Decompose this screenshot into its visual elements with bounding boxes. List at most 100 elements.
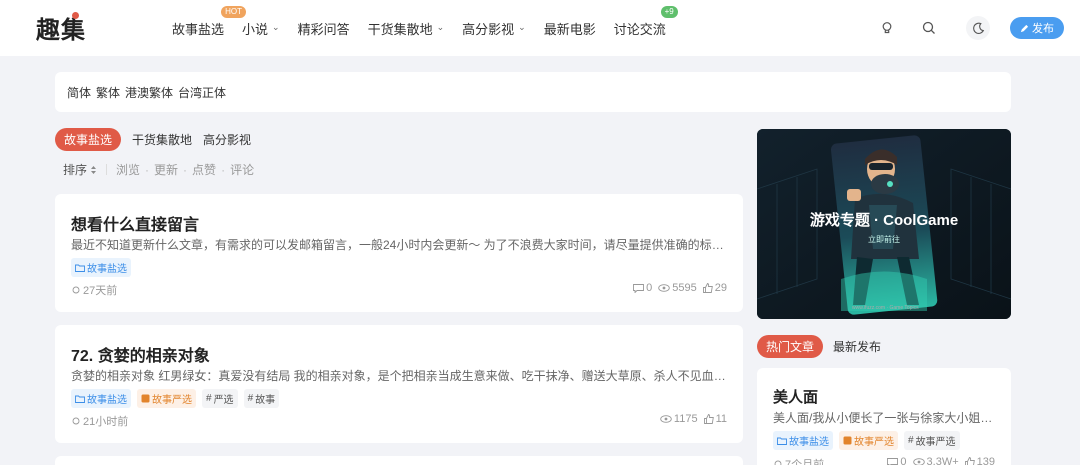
pen-icon <box>1020 24 1029 32</box>
nav-item-label: 讨论交流 <box>613 21 666 37</box>
tag[interactable]: 故事盐选 <box>71 258 131 277</box>
publish-button[interactable]: 发布 <box>1010 17 1064 39</box>
post-excerpt: 贪婪的相亲对象 红男绿女：真爱没有结局 我的相亲对象，是个把相亲当成生意来做、吃… <box>71 369 731 383</box>
post-tags: 故事盐选 <box>71 258 131 277</box>
tag-label: 故事 <box>255 395 276 406</box>
folder-icon <box>75 264 85 272</box>
like-count[interactable]: 29 <box>702 282 727 294</box>
clock-icon <box>72 286 80 294</box>
tag[interactable]: # 严选 <box>202 389 238 408</box>
eye-icon <box>658 284 671 292</box>
sort-option-likes[interactable]: 点赞 <box>192 161 216 178</box>
post-title[interactable]: 想看什么直接留言 <box>71 211 199 235</box>
nav-item-films[interactable]: 高分影视 ⌄ <box>462 19 526 38</box>
sidebar-post-card[interactable]: 美人面 美人面/我从小便长了一张与徐家大小姐相… 故事盐选 故事严选 # 故事严… <box>757 368 1011 465</box>
folder-icon <box>777 437 787 445</box>
post-time-text: 21小时前 <box>83 416 129 428</box>
sidebar-tabs: 热门文章 最新发布 <box>757 335 891 358</box>
hash-icon: # <box>908 435 914 446</box>
tag[interactable]: # 故事 <box>243 389 280 408</box>
post-card[interactable] <box>55 456 743 465</box>
tag-label: 故事盐选 <box>87 395 127 406</box>
view-count-text: 5595 <box>672 282 697 294</box>
category-tabs: 故事盐选 干货集散地 高分影视 <box>55 128 262 151</box>
lang-option-traditional[interactable]: 繁体 <box>96 84 120 101</box>
logo-dot <box>72 12 79 19</box>
comment-count-text: 0 <box>900 456 907 465</box>
nav-item-novel[interactable]: 小说 ⌄ <box>242 19 280 38</box>
post-card[interactable]: 72. 贪婪的相亲对象 贪婪的相亲对象 红男绿女：真爱没有结局 我的相亲对象，是… <box>55 325 743 443</box>
sort-option-views[interactable]: 浏览 <box>116 161 140 178</box>
nav-item-label: 最新电影 <box>543 21 596 37</box>
moon-icon[interactable] <box>966 16 990 40</box>
folder-icon <box>75 395 85 403</box>
nav-item-label: 小说 <box>242 21 269 37</box>
sort-option-comments[interactable]: 评论 <box>230 161 254 178</box>
banner-subtitle[interactable]: 立即前往 <box>757 234 1011 245</box>
thumbs-up-icon <box>964 457 975 465</box>
game-topic-banner[interactable]: 游戏专题 · CoolGame 立即前往 www.ifuzz.com · Gam… <box>757 129 1011 319</box>
banner-footer: www.ifuzz.com · Game Topics <box>852 305 919 311</box>
sidebar-post-stats: 0 3.3W+ 139 <box>887 456 995 465</box>
sidebar-post-time: 7个月前 <box>774 456 824 465</box>
sort-dropdown[interactable]: 排序 <box>63 161 97 178</box>
sidebar-post-excerpt: 美人面/我从小便长了一张与徐家大小姐相… <box>773 411 1003 425</box>
sort-option-updated[interactable]: 更新 <box>154 161 178 178</box>
hash-icon: # <box>206 393 212 404</box>
nav-item-label: 故事盐选 <box>172 21 225 37</box>
thumbs-up-icon <box>703 414 714 424</box>
post-excerpt: 最近不知道更新什么文章，有需求的可以发邮箱留言，一般24小时内会更新～ 为了不浪… <box>71 238 731 252</box>
clock-icon <box>774 460 782 465</box>
nav-item-story[interactable]: 故事盐选 HOT <box>172 5 247 38</box>
nav-item-label: 精彩问答 <box>297 21 350 37</box>
tab-resources[interactable]: 干货集散地 <box>132 128 192 151</box>
box-icon <box>843 436 852 445</box>
search-icon[interactable] <box>918 17 940 39</box>
view-count-text: 3.3W+ <box>926 456 959 465</box>
like-count[interactable]: 139 <box>964 456 995 465</box>
post-card[interactable]: 想看什么直接留言 最近不知道更新什么文章，有需求的可以发邮箱留言，一般24小时内… <box>55 194 743 312</box>
tag-label: 故事严选 <box>152 395 192 406</box>
tag[interactable]: 故事严选 <box>137 389 196 408</box>
separator-dot: · <box>145 162 150 177</box>
separator-dot: · <box>183 162 188 177</box>
nav-item-qa[interactable]: 精彩问答 <box>298 19 350 38</box>
tag[interactable]: 故事严选 <box>839 431 898 450</box>
post-title[interactable]: 72. 贪婪的相亲对象 <box>71 342 210 366</box>
clock-icon <box>72 417 80 425</box>
eye-icon <box>912 458 925 465</box>
tag[interactable]: 故事盐选 <box>71 389 131 408</box>
tab-films[interactable]: 高分影视 <box>203 128 251 151</box>
like-count[interactable]: 11 <box>703 413 727 425</box>
tag[interactable]: 故事盐选 <box>773 431 833 450</box>
like-count-text: 29 <box>714 282 727 294</box>
comment-count: 0 <box>633 282 652 294</box>
lightbulb-icon[interactable] <box>876 17 898 39</box>
lang-option-simplified[interactable]: 简体 <box>67 84 91 101</box>
tab-hot-articles[interactable]: 热门文章 <box>757 335 824 358</box>
divider <box>106 164 108 175</box>
sidebar-post-title[interactable]: 美人面 <box>773 386 818 407</box>
post-time-text: 27天前 <box>83 285 118 297</box>
lang-option-hk[interactable]: 港澳繁体 <box>125 84 173 101</box>
post-stats: 0 5595 29 <box>633 282 727 294</box>
nav-item-label: 高分影视 <box>462 21 515 37</box>
nav-item-discuss[interactable]: 讨论交流 +9 <box>613 5 678 38</box>
banner-title: 游戏专题 · CoolGame <box>809 212 959 229</box>
lang-option-tw[interactable]: 台湾正体 <box>178 84 226 101</box>
tab-story[interactable]: 故事盐选 <box>55 128 122 151</box>
tag-label: 故事严选 <box>915 437 956 448</box>
view-count-text: 1175 <box>673 413 698 425</box>
sort-bar: 排序 浏览 · 更新 · 点赞 · 评论 <box>63 161 254 178</box>
language-switcher: 简体 繁体 港澳繁体 台湾正体 <box>55 72 1011 112</box>
tab-latest[interactable]: 最新发布 <box>833 338 881 355</box>
sort-icon <box>91 165 97 174</box>
like-count-text: 11 <box>715 413 727 425</box>
count-badge: +9 <box>660 5 678 18</box>
tag[interactable]: # 故事严选 <box>904 431 960 450</box>
sidebar-post-tags: 故事盐选 故事严选 # 故事严选 <box>773 431 960 450</box>
tag-label: 故事盐选 <box>87 264 127 275</box>
nav-item-movies[interactable]: 最新电影 <box>544 19 596 38</box>
nav-item-resources[interactable]: 干货集散地 ⌄ <box>368 19 445 38</box>
nav-item-label: 干货集散地 <box>367 21 433 37</box>
